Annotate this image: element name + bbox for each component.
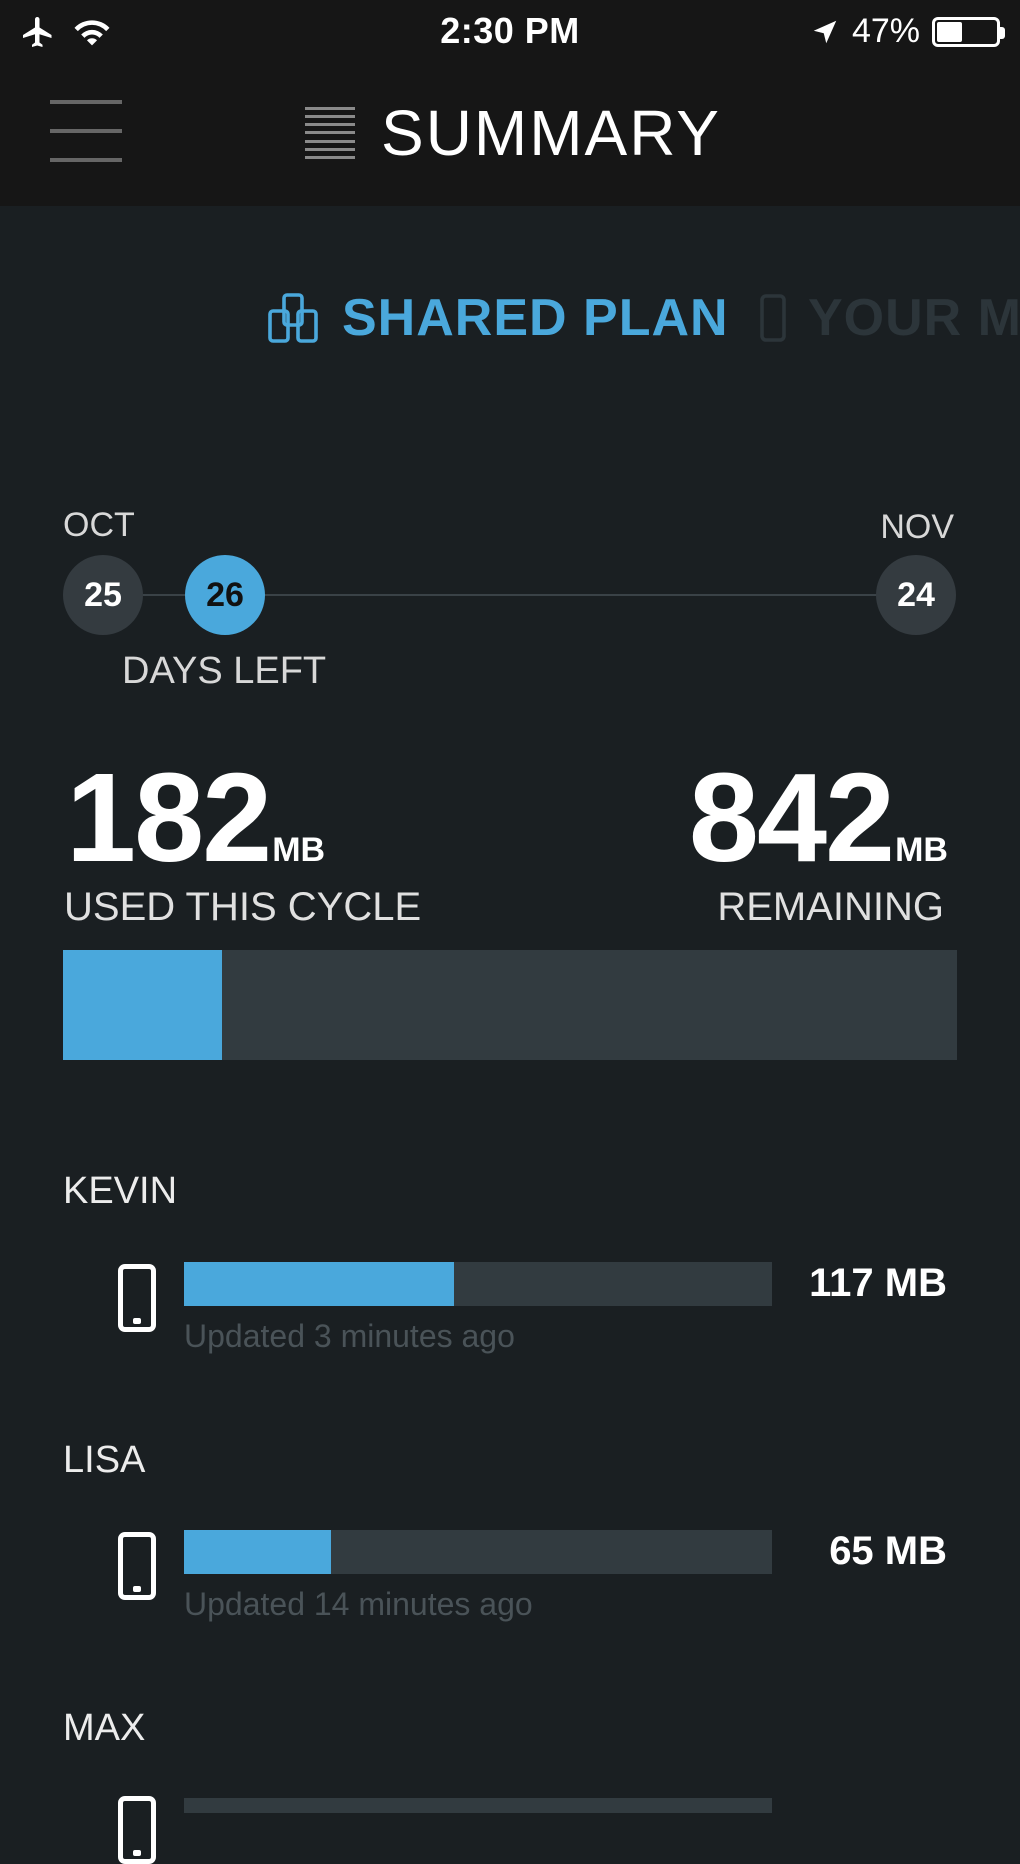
user-amount-lisa: 65 MB bbox=[829, 1529, 947, 1573]
menu-button[interactable] bbox=[50, 100, 122, 172]
used-value: 182 bbox=[66, 747, 272, 888]
cycle-start-month: OCT bbox=[63, 506, 135, 544]
used-stat: 182MB bbox=[66, 755, 325, 881]
days-left-marker: 26 bbox=[185, 555, 265, 635]
used-unit: MB bbox=[272, 831, 326, 869]
phone-icon bbox=[118, 1264, 156, 1332]
user-name-kevin: KEVIN bbox=[63, 1170, 178, 1212]
battery-percent: 47% bbox=[851, 12, 920, 50]
cycle-end-month: NOV bbox=[880, 508, 954, 546]
tab-your-plan[interactable]: YOUR M bbox=[760, 288, 1020, 348]
user-name-lisa: LISA bbox=[63, 1439, 146, 1481]
plan-tabs: SHARED PLAN YOUR M bbox=[0, 280, 1020, 360]
status-right: 47% bbox=[810, 12, 1005, 51]
remaining-value: 842 bbox=[688, 747, 895, 888]
nav-bar: SUMMARY bbox=[0, 66, 1020, 206]
menu-line bbox=[50, 158, 122, 162]
user-usage-bar-kevin bbox=[184, 1262, 772, 1306]
remaining-stat: 842MB bbox=[689, 755, 948, 881]
tab-your-plan-label: YOUR M bbox=[808, 289, 1020, 347]
battery-level bbox=[937, 21, 963, 42]
cycle-start-day: 25 bbox=[63, 555, 143, 635]
user-amount-kevin: 117 MB bbox=[809, 1261, 947, 1305]
tab-shared-plan-label: SHARED PLAN bbox=[342, 289, 729, 347]
user-name-max: MAX bbox=[63, 1707, 146, 1749]
phone-icon bbox=[760, 294, 786, 342]
total-usage-fill bbox=[63, 950, 223, 1060]
menu-line bbox=[50, 129, 122, 133]
shared-devices-icon bbox=[268, 293, 318, 343]
phone-icon bbox=[118, 1796, 156, 1864]
user-updated-kevin: Updated 3 minutes ago bbox=[184, 1318, 515, 1354]
menu-line bbox=[50, 100, 122, 104]
status-bar: 2:30 PM 47% bbox=[0, 0, 1020, 66]
remaining-label: REMAINING bbox=[717, 885, 944, 929]
location-arrow-icon bbox=[813, 20, 837, 43]
billing-cycle-timeline: OCT NOV 25 26 24 DAYS LEFT bbox=[0, 500, 1020, 700]
battery-icon bbox=[932, 16, 1005, 47]
remaining-unit: MB bbox=[895, 831, 948, 869]
tab-shared-plan[interactable]: SHARED PLAN bbox=[268, 288, 729, 348]
page-title: SUMMARY bbox=[381, 97, 721, 169]
phone-icon bbox=[118, 1532, 156, 1600]
total-usage-bar bbox=[63, 950, 957, 1060]
cycle-end-day: 24 bbox=[876, 555, 956, 635]
user-updated-lisa: Updated 14 minutes ago bbox=[184, 1586, 533, 1622]
user-usage-fill-kevin bbox=[184, 1262, 455, 1306]
used-label: USED THIS CYCLE bbox=[64, 885, 422, 929]
user-usage-bar-lisa bbox=[184, 1530, 772, 1574]
user-usage-fill-lisa bbox=[184, 1530, 331, 1574]
user-usage-bar-max bbox=[184, 1798, 772, 1813]
days-left-label: DAYS LEFT bbox=[122, 650, 327, 692]
nav-title-group: SUMMARY bbox=[305, 96, 721, 170]
summary-list-icon bbox=[305, 107, 355, 159]
